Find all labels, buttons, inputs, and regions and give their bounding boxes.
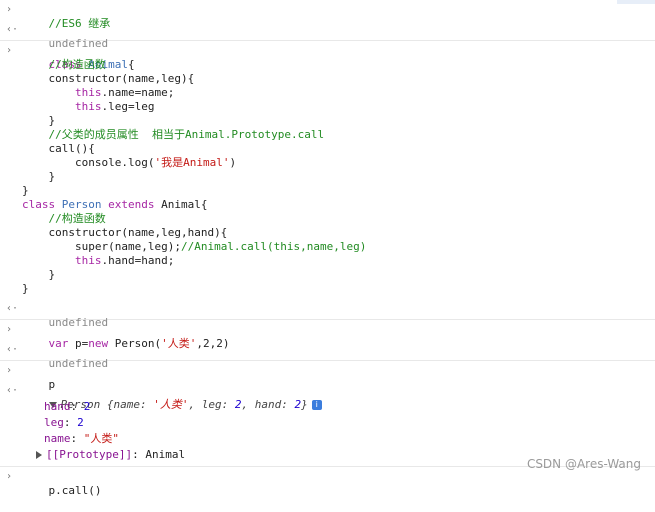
input-chevron-icon: ›	[6, 324, 13, 335]
console-output-line: ‹· undefined	[0, 343, 655, 370]
expand-triangle-icon[interactable]	[36, 451, 42, 459]
code-text: }	[48, 170, 56, 183]
code-text: }	[22, 282, 29, 295]
code-text: p.call()	[48, 484, 102, 497]
code-line[interactable]: › class Animal{	[0, 44, 655, 71]
console-input-line[interactable]: › p	[0, 364, 655, 391]
code-line[interactable]: console.log('我是Animal')	[0, 156, 655, 170]
code-text: .hand=hand;	[101, 254, 175, 267]
property-value: 2	[83, 400, 91, 413]
code-line[interactable]: this.leg=leg	[0, 100, 655, 114]
output-return-icon: ‹·	[6, 24, 19, 35]
code-text: super(name,leg);	[74, 240, 181, 253]
object-summary[interactable]: ‹· Person {name: '人类', leg: 2, hand: 2} i	[0, 384, 655, 411]
code-text: )	[229, 156, 237, 169]
code-line[interactable]: }	[0, 268, 655, 282]
code-line[interactable]: constructor(name,leg){	[0, 72, 655, 86]
code-line[interactable]: //构造函数	[0, 212, 655, 226]
output-return-icon: ‹·	[6, 303, 19, 314]
object-property: leg: 2	[44, 416, 84, 429]
code-text: }	[48, 268, 56, 281]
prototype-value: Animal	[145, 448, 186, 461]
console-entry: › var p=new Person('人类',2,2) ‹· undefined	[0, 320, 655, 370]
object-property: hand: 2	[44, 400, 91, 413]
input-chevron-icon: ›	[6, 4, 13, 15]
keyword: this	[74, 86, 102, 99]
code-line[interactable]: }	[0, 184, 655, 198]
code-text: }	[48, 114, 56, 127]
code-text: constructor(name,leg,hand){	[48, 226, 228, 239]
code-line[interactable]: constructor(name,leg,hand){	[0, 226, 655, 240]
console-input-line[interactable]: ›//ES6 继承	[0, 3, 655, 30]
code-line[interactable]: }	[0, 114, 655, 128]
code-text: }	[22, 184, 29, 197]
code-line[interactable]: //父类的成员属性 相当于Animal.Prototype.call	[0, 128, 655, 142]
code-line[interactable]: }	[0, 282, 655, 296]
code-line[interactable]: class Person extends Animal{	[0, 198, 655, 212]
class-name: Person	[61, 198, 102, 211]
property-value: "人类"	[83, 432, 119, 445]
property-key: leg	[44, 416, 64, 429]
property-value: 2	[77, 416, 84, 429]
code-text: console.log(	[74, 156, 155, 169]
code-comment: //构造函数	[48, 212, 106, 225]
property-key: hand	[44, 400, 71, 413]
code-line[interactable]: this.name=name;	[0, 86, 655, 100]
code-line[interactable]: //构造函数	[0, 58, 655, 72]
console-input-line[interactable]: › var p=new Person('人类',2,2)	[0, 323, 655, 350]
keyword: this	[74, 100, 102, 113]
code-text: constructor(name,leg){	[48, 72, 195, 85]
console-entry: › class Animal{ //构造函数 constructor(name,l…	[0, 41, 655, 329]
keyword: extends	[108, 198, 155, 211]
console-output-line: ‹· undefined	[0, 302, 655, 329]
console-output-line: ‹· undefined	[0, 23, 655, 50]
console-entry: ›//ES6 继承 ‹· undefined	[0, 0, 655, 50]
output-return-icon: ‹·	[6, 344, 19, 355]
property-key: name	[44, 432, 71, 445]
code-text: .leg=leg	[101, 100, 155, 113]
code-text: Animal{	[161, 198, 208, 211]
keyword: class	[22, 198, 56, 211]
code-comment: //构造函数	[48, 58, 106, 71]
object-property: name: "人类"	[44, 432, 119, 445]
keyword: this	[74, 254, 102, 267]
code-text: .name=name;	[101, 86, 175, 99]
code-line[interactable]: }	[0, 170, 655, 184]
input-chevron-icon: ›	[6, 45, 13, 56]
string-literal: '我是Animal'	[154, 156, 230, 169]
code-line[interactable]: super(name,leg);//Animal.call(this,name,…	[0, 240, 655, 254]
code-comment: //Animal.call(this,name,leg)	[180, 240, 367, 253]
console-entry: › p ‹· Person {name: '人类', leg: 2, hand: 2…	[0, 361, 655, 467]
prototype-key: [[Prototype]]	[46, 448, 133, 461]
input-chevron-icon: ›	[6, 365, 13, 376]
code-line[interactable]: this.hand=hand;	[0, 254, 655, 268]
watermark: CSDN @Ares-Wang	[526, 457, 641, 471]
code-text: call(){	[48, 142, 95, 155]
code-comment: //父类的成员属性 相当于Animal.Prototype.call	[48, 128, 325, 141]
output-return-icon: ‹·	[6, 385, 19, 396]
code-line[interactable]: call(){	[0, 142, 655, 156]
